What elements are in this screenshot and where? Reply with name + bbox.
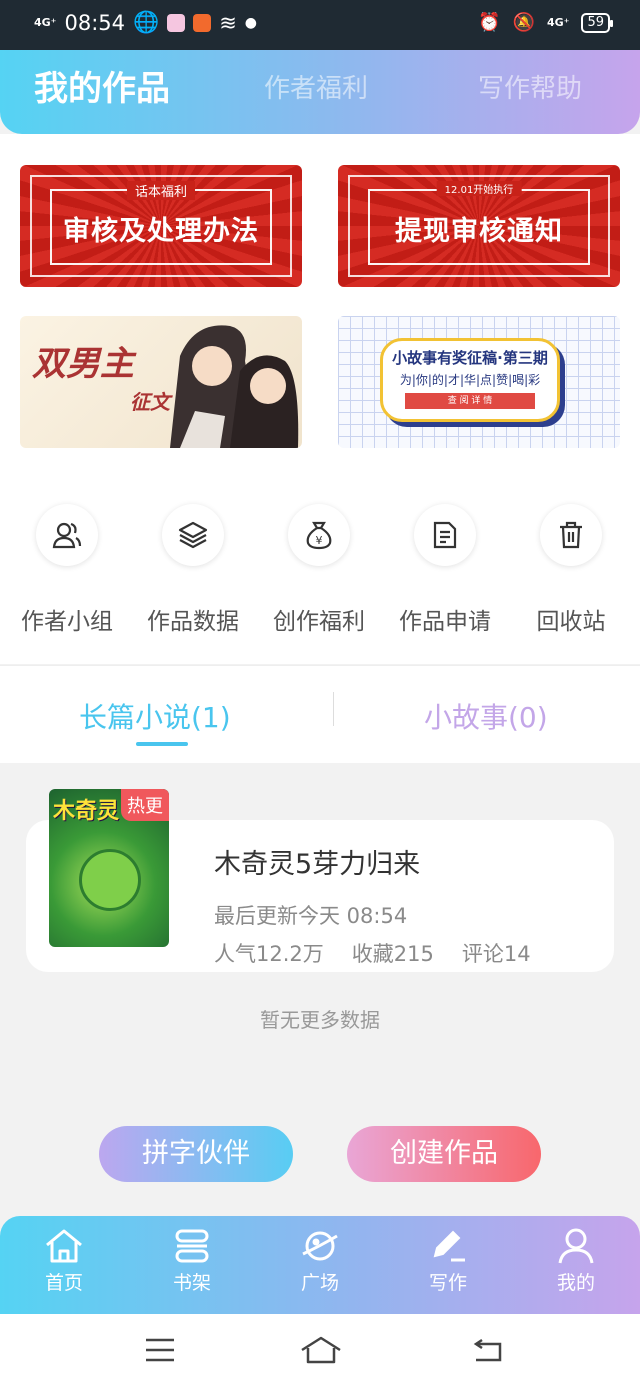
- contest-banner[interactable]: 双男主 征文: [20, 316, 302, 448]
- tab-plaza[interactable]: 广场: [270, 1226, 370, 1295]
- last-updated: 最后更新今天 08:54: [214, 904, 408, 928]
- bookshelf-icon: [175, 1229, 209, 1263]
- creation-benefits-button[interactable]: ¥ 创作福利: [256, 504, 382, 636]
- money-bag-icon: ¥: [288, 504, 350, 566]
- tab-long-novel[interactable]: 长篇小说(1): [79, 696, 231, 736]
- active-tab-indicator: [136, 742, 188, 746]
- no-more-data-text: 暂无更多数据: [260, 1008, 380, 1032]
- tab-label: 写作: [428, 1272, 467, 1294]
- tab-my-works[interactable]: 我的作品: [34, 50, 170, 128]
- story-contest-banner[interactable]: 小故事有奖征稿·第三期 为|你|的|才|华|点|赞|喝|彩 查 阅 详 情: [338, 316, 620, 448]
- banner-title: 提现审核通知: [395, 216, 563, 247]
- view-details-button[interactable]: 查 阅 详 情: [405, 393, 535, 409]
- tab-divider: [333, 692, 334, 726]
- app-notification-icon: [193, 13, 212, 32]
- signal-indicator: 4G⁺: [546, 16, 570, 29]
- comments-count: 评论14: [461, 942, 531, 966]
- contest-banner-title: 双男主: [32, 344, 134, 384]
- review-policy-banner[interactable]: 话本福利 审核及处理办法: [20, 165, 302, 287]
- quick-action-label: 作品数据: [147, 609, 239, 635]
- banner-tag: 话本福利: [126, 181, 196, 200]
- top-tab-bar: 我的作品 作者福利 写作帮助: [0, 50, 640, 134]
- tab-profile[interactable]: 我的: [526, 1226, 626, 1295]
- pen-icon: [433, 1230, 465, 1262]
- tab-home[interactable]: 首页: [14, 1226, 114, 1295]
- author-group-button[interactable]: 作者小组: [4, 504, 130, 636]
- create-work-button[interactable]: 创建作品: [347, 1126, 541, 1182]
- alarm-icon: ⏰: [478, 12, 501, 33]
- quick-action-label: 作品申请: [399, 609, 491, 635]
- back-icon[interactable]: [472, 1336, 504, 1364]
- favorites-count: 收藏215: [351, 942, 434, 966]
- tab-writing-help[interactable]: 写作帮助: [478, 50, 582, 128]
- withdraw-notice-banner[interactable]: 12.01开始执行 提现审核通知: [338, 165, 620, 287]
- home-nav-icon[interactable]: [300, 1336, 342, 1364]
- quick-actions: 作者小组 作品数据 ¥ 创作福利 作品申请 回收站: [0, 504, 640, 635]
- main-panel: 话本福利 审核及处理办法 12.01开始执行 提现审核通知 双男主 征文 小故事…: [0, 134, 640, 664]
- story-contest-subtitle: 为|你|的|才|华|点|赞|喝|彩: [399, 373, 541, 387]
- stack-icon: ≋: [219, 10, 237, 35]
- book-cover[interactable]: 木奇灵 热更: [49, 789, 169, 947]
- globe-icon: 🌐: [133, 10, 160, 34]
- work-stats: 人气12.2万 收藏215 评论14: [214, 938, 531, 968]
- profile-icon: [558, 1228, 594, 1264]
- planet-icon: [302, 1231, 338, 1261]
- writing-partner-button[interactable]: 拼字伙伴: [99, 1126, 293, 1182]
- hot-update-badge: 热更: [121, 789, 169, 821]
- work-application-button[interactable]: 作品申请: [382, 504, 508, 636]
- group-icon: [36, 504, 98, 566]
- status-bar: 4G⁺ 08:54 🌐 ≋ ● ⏰ 🔕 4G⁺ 59: [0, 0, 640, 50]
- system-nav-bar: [0, 1314, 640, 1387]
- tab-write[interactable]: 写作: [398, 1226, 498, 1295]
- banner-tag: 12.01开始执行: [436, 181, 522, 196]
- cover-title: 木奇灵: [53, 799, 120, 824]
- trash-icon: [540, 504, 602, 566]
- popularity-count: 人气12.2万: [214, 942, 324, 966]
- tab-short-story[interactable]: 小故事(0): [424, 696, 548, 736]
- layers-icon: [162, 504, 224, 566]
- tab-label: 我的: [556, 1272, 595, 1294]
- work-data-button[interactable]: 作品数据: [130, 504, 256, 636]
- quick-action-label: 作者小组: [21, 609, 113, 635]
- app-notification-icon: [167, 13, 186, 32]
- tab-label: 广场: [300, 1272, 339, 1294]
- mute-icon: 🔕: [512, 12, 535, 33]
- banner-title: 审核及处理办法: [63, 216, 259, 247]
- quick-action-label: 回收站: [536, 609, 606, 635]
- bottom-tab-bar: 首页 书架 广场 写作 我的: [0, 1216, 640, 1314]
- illustration-figures: [170, 325, 299, 448]
- signal-indicator: 4G⁺: [34, 16, 57, 29]
- work-title[interactable]: 木奇灵5芽力归来: [214, 842, 420, 881]
- tab-author-benefits[interactable]: 作者福利: [264, 50, 368, 128]
- dot-icon: ●: [244, 14, 258, 31]
- recycle-bin-button[interactable]: 回收站: [508, 504, 634, 636]
- work-type-tabs: 长篇小说(1) 小故事(0): [0, 665, 640, 763]
- story-contest-title: 小故事有奖征稿·第三期: [392, 349, 548, 367]
- home-icon: [46, 1229, 82, 1263]
- tab-bookshelf[interactable]: 书架: [142, 1226, 242, 1295]
- document-icon: [414, 504, 476, 566]
- cover-character: [79, 849, 141, 911]
- menu-icon[interactable]: [144, 1336, 176, 1364]
- svg-text:¥: ¥: [316, 534, 323, 547]
- battery-indicator: 59: [581, 12, 613, 33]
- clock: 08:54: [64, 10, 126, 35]
- tab-label: 书架: [172, 1272, 211, 1294]
- tab-label: 首页: [44, 1272, 83, 1294]
- story-contest-card: 小故事有奖征稿·第三期 为|你|的|才|华|点|赞|喝|彩 查 阅 详 情: [380, 338, 560, 422]
- quick-action-label: 创作福利: [273, 609, 365, 635]
